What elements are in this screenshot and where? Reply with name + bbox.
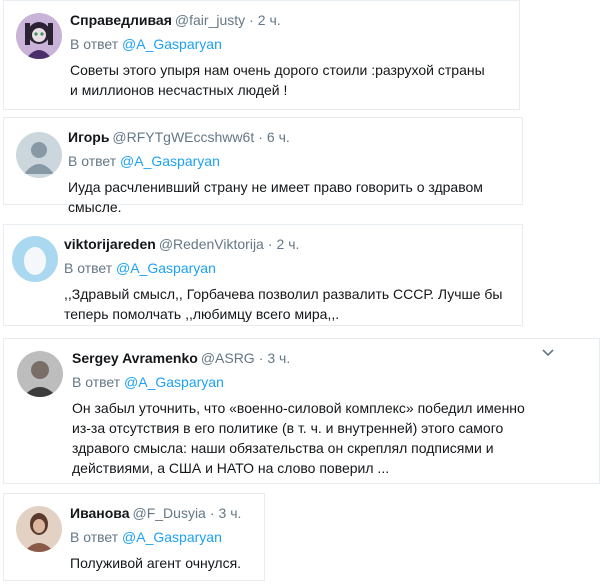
display-name[interactable]: Справедливая	[70, 12, 172, 28]
tweet-body: viktorijareden @RedenViktorija · 2 ч. В отв…	[64, 235, 514, 324]
user-handle[interactable]: @RFYTgWEccshww6t	[112, 129, 254, 145]
display-name[interactable]: Sergey Avramenko	[72, 350, 198, 366]
photo-woman-avatar-icon	[16, 506, 62, 552]
display-name[interactable]: Игорь	[68, 129, 109, 145]
tweet-header: Иванова @F_Dusyia · 3 ч.	[70, 504, 256, 522]
tweet-text: Советы этого упыря нам очень дорого стои…	[70, 62, 485, 98]
separator-dot: ·	[258, 129, 263, 145]
display-name[interactable]: Иванова	[70, 505, 130, 521]
display-name[interactable]: viktorijareden	[64, 236, 156, 252]
tweet-card[interactable]: Справедливая @fair_justy · 2 ч. В ответ @A_…	[3, 0, 520, 110]
timestamp[interactable]: 3 ч.	[219, 505, 242, 521]
tweet-card[interactable]: Игорь @RFYTgWEccshww6t · 6 ч. В ответ @A_Ga…	[3, 117, 523, 215]
reply-context: В ответ @A_Gasparyan	[72, 373, 591, 391]
avatar[interactable]	[16, 506, 62, 552]
avatar[interactable]	[12, 236, 58, 282]
user-handle[interactable]: @F_Dusyia	[133, 505, 206, 521]
reply-mention-link[interactable]: @A_Gasparyan	[120, 153, 220, 169]
default-user-avatar-icon	[16, 132, 62, 178]
reply-prefix: В ответ	[70, 529, 119, 545]
tweet-card[interactable]: Sergey Avramenko @ASRG · 3 ч. В ответ @A_Ga…	[3, 338, 600, 484]
reply-prefix: В ответ	[64, 260, 113, 276]
reply-context: В ответ @A_Gasparyan	[70, 528, 256, 546]
separator-dot: ·	[258, 350, 264, 366]
tweet-header: Справедливая @fair_justy · 2 ч.	[70, 11, 511, 29]
avatar[interactable]	[17, 351, 63, 397]
user-handle[interactable]: @RedenViktorija	[159, 236, 264, 252]
reply-mention-link[interactable]: @A_Gasparyan	[116, 260, 216, 276]
tweet-header: Игорь @RFYTgWEccshww6t · 6 ч.	[68, 128, 514, 146]
tweet-text: Он забыл уточнить, что «военно-силовой к…	[72, 400, 525, 476]
timestamp[interactable]: 6 ч.	[267, 129, 290, 145]
reply-context: В ответ @A_Gasparyan	[70, 35, 511, 53]
photo-man-avatar-icon	[17, 351, 63, 397]
separator-dot: ·	[267, 236, 273, 252]
cartoon-girl-avatar-icon	[16, 13, 62, 59]
tweet-body: Иванова @F_Dusyia · 3 ч. В ответ @A_Gaspary…	[70, 504, 256, 573]
reply-mention-link[interactable]: @A_Gasparyan	[122, 36, 222, 52]
reply-prefix: В ответ	[70, 36, 119, 52]
user-handle[interactable]: @fair_justy	[175, 12, 245, 28]
tweet-text: Иуда расчленивший страну не имеет право …	[68, 179, 483, 215]
tweet-text: Полуживой агент очнулся.	[70, 555, 242, 571]
timestamp[interactable]: 3 ч.	[267, 350, 290, 366]
reply-context: В ответ @A_Gasparyan	[64, 259, 514, 277]
timestamp[interactable]: 2 ч.	[277, 236, 300, 252]
tweet-body: Игорь @RFYTgWEccshww6t · 6 ч. В ответ @A_Ga…	[68, 128, 514, 217]
tweet-text: ,,Здравый смысл,, Горбачева позволил раз…	[64, 286, 503, 322]
tweet-header: Sergey Avramenko @ASRG · 3 ч.	[72, 349, 591, 367]
tweet-card[interactable]: Иванова @F_Dusyia · 3 ч. В ответ @A_Gaspary…	[3, 493, 265, 581]
avatar[interactable]	[16, 132, 62, 178]
tweet-body: Справедливая @fair_justy · 2 ч. В ответ @A_…	[70, 11, 511, 100]
reply-context: В ответ @A_Gasparyan	[68, 152, 514, 170]
tweet-header: viktorijareden @RedenViktorija · 2 ч.	[64, 235, 514, 253]
reply-prefix: В ответ	[72, 374, 121, 390]
tweet-card[interactable]: viktorijareden @RedenViktorija · 2 ч. В отв…	[3, 224, 523, 326]
separator-dot: ·	[249, 12, 254, 28]
avatar[interactable]	[16, 13, 62, 59]
egg-avatar-icon	[12, 236, 58, 282]
reply-mention-link[interactable]: @A_Gasparyan	[124, 374, 224, 390]
user-handle[interactable]: @ASRG	[201, 350, 255, 366]
separator-dot: ·	[209, 505, 215, 521]
reply-prefix: В ответ	[68, 153, 117, 169]
timestamp[interactable]: 2 ч.	[258, 12, 281, 28]
reply-mention-link[interactable]: @A_Gasparyan	[122, 529, 222, 545]
tweet-body: Sergey Avramenko @ASRG · 3 ч. В ответ @A_Ga…	[72, 349, 591, 478]
